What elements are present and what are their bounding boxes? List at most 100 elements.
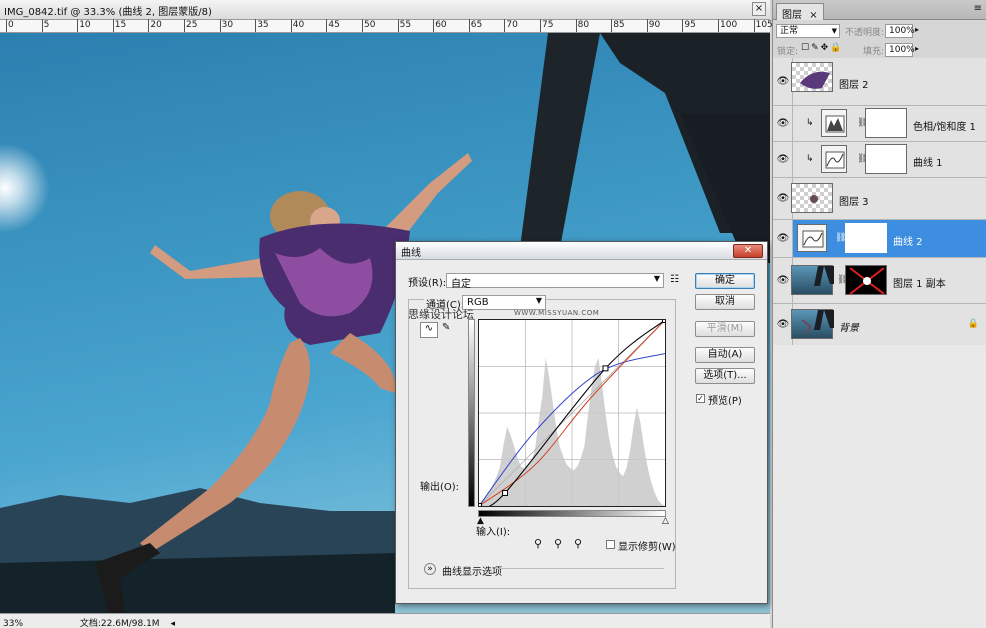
horizontal-ruler[interactable]: 0 5 10 15 20 25 30 35 40 45 50 55 60 65 70 75 80 85 90 95 10… xyxy=(0,19,773,33)
tab-close-icon[interactable]: × xyxy=(809,10,817,21)
layer-row-background[interactable]: 👁 背景 🔒 xyxy=(773,304,986,346)
status-nav-arrow[interactable]: ◂ xyxy=(170,619,175,628)
preset-options-icon[interactable]: ☷ xyxy=(670,274,679,285)
layer-row-layer2[interactable]: 👁 图层 2 xyxy=(773,58,986,106)
lock-icons[interactable]: ☐✎✥🔒 xyxy=(801,43,843,53)
blend-row: 正常 ▼ 不透明度: 100% ▸ xyxy=(773,22,986,42)
ruler-tick xyxy=(682,19,684,32)
preset-value: 自定 xyxy=(451,279,471,290)
ruler-tick xyxy=(397,19,399,32)
input-gradient-bar xyxy=(478,510,666,517)
layer-mask-thumbnail[interactable] xyxy=(845,265,887,295)
layer-name[interactable]: 背景 xyxy=(839,319,859,334)
ruler-tick-label: 35 xyxy=(257,20,269,30)
eye-icon[interactable]: 👁 xyxy=(776,117,790,131)
ruler-tick-label: 90 xyxy=(648,20,661,30)
layer-row-curves1[interactable]: 👁 ↳ ⛓ 曲线 1 xyxy=(773,142,986,178)
ruler-tick-label: 70 xyxy=(506,20,518,30)
smooth-button[interactable]: 平滑(M) xyxy=(695,321,755,337)
auto-button[interactable]: 自动(A) xyxy=(695,347,755,363)
fill-input[interactable]: 100% xyxy=(885,43,915,57)
layer-row-curves2[interactable]: 👁 ⛓ 曲线 2 xyxy=(773,220,986,258)
ruler-tick-label: 65 xyxy=(470,20,483,30)
ruler-tick-label: 45 xyxy=(328,20,340,30)
ruler-tick xyxy=(255,19,257,32)
layer-name[interactable]: 图层 2 xyxy=(839,76,869,91)
zoom-level[interactable]: 33% xyxy=(3,619,23,628)
eye-icon[interactable]: 👁 xyxy=(776,274,790,288)
opacity-slider-icon[interactable]: ▸ xyxy=(915,25,919,34)
white-eyedropper-icon[interactable]: ⚲ xyxy=(574,537,582,550)
layer-row-layer3[interactable]: 👁 图层 3 xyxy=(773,178,986,220)
expand-chevron-icon[interactable]: » xyxy=(424,563,436,575)
layer-mask-thumbnail[interactable] xyxy=(845,223,887,253)
curve-control-point[interactable] xyxy=(662,319,666,323)
curve-point-tool-icon[interactable]: ∿ xyxy=(420,322,438,338)
curve-display-options-label[interactable]: 曲线显示选项 xyxy=(442,563,502,578)
ruler-tick xyxy=(148,19,150,32)
dialog-title-bar[interactable]: 曲线 ✕ xyxy=(396,242,767,260)
layer-row-layer1-copy[interactable]: 👁 ⛓ 图层 1 副本 xyxy=(773,258,986,304)
ruler-tick-label: 25 xyxy=(186,20,198,30)
clipping-arrow-icon: ↳ xyxy=(806,118,814,128)
blend-mode-value: 正常 xyxy=(780,26,799,36)
layer-name[interactable]: 图层 1 副本 xyxy=(893,275,946,290)
show-clipping-label: 显示修剪(W) xyxy=(618,542,676,553)
layer-name[interactable]: 图层 3 xyxy=(839,193,869,208)
adjustment-icon xyxy=(821,145,847,173)
cancel-button[interactable]: 取消 xyxy=(695,294,755,310)
layer-thumbnail xyxy=(791,265,834,295)
layer-name[interactable]: 色相/饱和度 1 xyxy=(913,118,976,133)
ruler-tick xyxy=(362,19,363,32)
eye-icon[interactable]: 👁 xyxy=(776,192,790,206)
curve-control-point[interactable] xyxy=(602,365,609,372)
divider xyxy=(496,568,664,569)
curve-control-point[interactable] xyxy=(478,503,482,507)
ruler-tick-label: 80 xyxy=(577,20,590,30)
channel-dropdown[interactable]: RGB ▼ xyxy=(462,295,546,310)
layer-name[interactable]: 曲线 1 xyxy=(913,154,943,169)
tab-layers[interactable]: 图层 × xyxy=(776,3,824,21)
layer-mask-thumbnail[interactable] xyxy=(865,108,907,138)
dialog-title: 曲线 xyxy=(401,248,421,259)
panel-menu-icon[interactable]: ≡ xyxy=(974,3,982,14)
show-clipping-checkbox[interactable] xyxy=(606,540,615,549)
eye-icon[interactable]: 👁 xyxy=(776,75,790,89)
document-title-bar[interactable]: IMG_0842.tif @ 33.3% (曲线 2, 图层蒙版/8) × xyxy=(0,0,770,20)
dancer-leg-right xyxy=(330,333,396,393)
pencil-tool-icon[interactable]: ✎ xyxy=(442,322,450,333)
dancer-arm-left xyxy=(150,245,270,279)
gray-eyedropper-icon[interactable]: ⚲ xyxy=(554,537,562,550)
layer-name[interactable]: 曲线 2 xyxy=(893,233,923,248)
dialog-close-button[interactable]: ✕ xyxy=(733,244,763,258)
document-size[interactable]: 文档:22.6M/98.1M xyxy=(80,619,160,628)
options-button[interactable]: 选项(T)... xyxy=(695,368,755,384)
opacity-input[interactable]: 100% xyxy=(885,24,915,38)
ruler-tick-label: 105 xyxy=(755,20,773,30)
dancer-thumb xyxy=(800,71,830,89)
black-eyedropper-icon[interactable]: ⚲ xyxy=(534,537,542,550)
ok-button[interactable]: 确定 xyxy=(695,273,755,289)
lock-label: 锁定: xyxy=(777,47,799,57)
ruler-tick xyxy=(77,19,79,32)
eye-icon[interactable]: 👁 xyxy=(776,318,790,332)
blend-mode-dropdown[interactable]: 正常 ▼ xyxy=(776,24,840,38)
input-label: 输入(I): xyxy=(476,527,511,538)
eye-icon[interactable]: 👁 xyxy=(776,153,790,167)
preview-checkbox[interactable]: ✓ xyxy=(696,394,705,403)
ruler-tick-label: 95 xyxy=(684,20,696,30)
ruler-tick-label: 50 xyxy=(364,20,376,30)
layer-mask-thumbnail[interactable] xyxy=(865,144,907,174)
chevron-down-icon: ▼ xyxy=(831,27,837,35)
curve-control-point[interactable] xyxy=(502,490,509,496)
eye-icon[interactable]: 👁 xyxy=(776,232,790,246)
close-icon[interactable]: × xyxy=(752,2,766,16)
curves-graph[interactable] xyxy=(478,319,666,507)
preset-dropdown[interactable]: 自定 ▼ xyxy=(446,273,664,290)
clipping-arrow-icon: ↳ xyxy=(806,154,814,164)
layer-row-hue-saturation1[interactable]: 👁 ↳ ⛓ 色相/饱和度 1 xyxy=(773,106,986,142)
fill-slider-icon[interactable]: ▸ xyxy=(915,44,919,53)
ruler-tick xyxy=(290,19,292,32)
white-point-slider[interactable]: △ xyxy=(662,516,669,526)
preview-label: 预览(P) xyxy=(708,396,742,407)
